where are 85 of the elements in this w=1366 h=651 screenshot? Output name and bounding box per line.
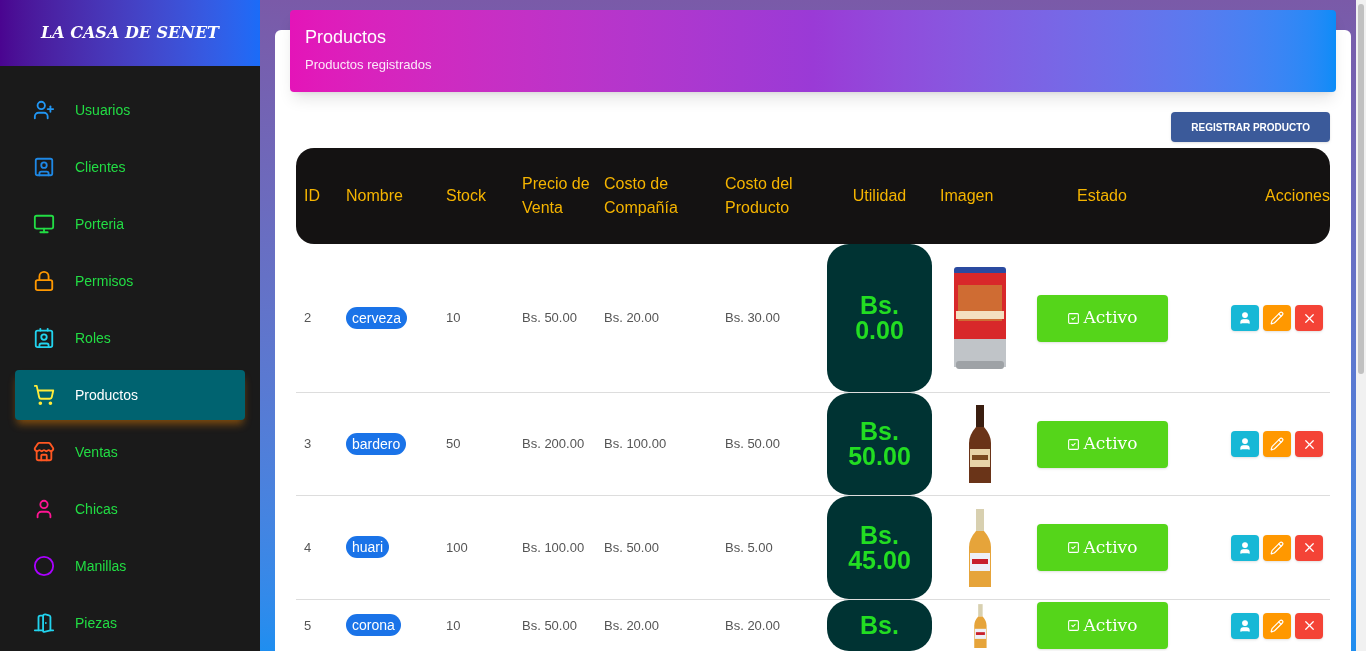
brand-logo: LA CASA DE SENET xyxy=(40,22,219,44)
profit-badge: Bs. 45.00 xyxy=(827,496,932,599)
column-header: Utilidad xyxy=(851,186,908,206)
table-cell: 2 xyxy=(304,310,312,326)
table-cell: Bs. 50.00 xyxy=(725,436,780,452)
table-cell: 5 xyxy=(304,617,312,633)
delete-button[interactable] xyxy=(1295,305,1323,331)
table-cell: 3 xyxy=(304,436,312,452)
table-cell: Bs. 5.00 xyxy=(725,539,773,555)
table-cell: Bs. 20.00 xyxy=(604,617,659,633)
badge-icon xyxy=(33,327,55,349)
pencil-icon xyxy=(1270,437,1284,451)
sidebar-item[interactable]: Piezas xyxy=(15,598,245,648)
sidebar-item[interactable]: Usuarios xyxy=(15,85,245,135)
sidebar-item[interactable]: Porteria xyxy=(15,199,245,249)
user-icon xyxy=(1238,618,1252,633)
table-cell: Bs. 200.00 xyxy=(522,436,585,452)
monitor-icon xyxy=(33,213,55,235)
name-badge: corona xyxy=(346,614,401,636)
table-cell: 10 xyxy=(446,617,461,633)
column-header: Stock xyxy=(445,186,487,206)
column-header: ID xyxy=(303,186,321,206)
circle-icon xyxy=(33,555,55,577)
column-header: Acciones xyxy=(1264,186,1330,206)
table-cell: Bs. 50.00 xyxy=(604,539,659,555)
view-button[interactable] xyxy=(1231,431,1259,457)
contact-card-icon xyxy=(33,156,55,178)
profit-badge: Bs. 0.00 xyxy=(827,244,932,392)
edit-button[interactable] xyxy=(1263,612,1291,639)
column-header: Costo del Producto xyxy=(724,174,794,218)
table-cell: 4 xyxy=(304,539,312,555)
user-icon xyxy=(1238,437,1252,451)
profit-badge: Bs. xyxy=(827,600,932,651)
edit-button[interactable] xyxy=(1263,431,1291,457)
user-icon xyxy=(1238,311,1252,325)
checkbox-icon xyxy=(1066,619,1080,632)
card-subtitle: Productos registrados xyxy=(305,56,433,74)
register-product-button[interactable]: REGISTRAR PRODUCTO xyxy=(1171,112,1330,142)
name-badge: cerveza xyxy=(346,306,408,329)
cart-icon xyxy=(33,384,55,406)
sidebar-item[interactable]: Roles xyxy=(15,313,245,363)
user-icon xyxy=(1238,540,1252,555)
user-plus-icon xyxy=(33,99,55,121)
store-icon xyxy=(33,441,55,463)
checkbox-icon xyxy=(1066,541,1080,554)
view-button[interactable] xyxy=(1231,534,1259,561)
checkbox-icon xyxy=(1066,437,1080,451)
checkbox-icon xyxy=(1066,311,1080,325)
sidebar-item[interactable]: Productos xyxy=(15,370,245,420)
column-header: Costo de Compañía xyxy=(603,174,679,218)
table-cell: Bs. 50.00 xyxy=(522,617,577,633)
table-cell: Bs. 20.00 xyxy=(725,617,780,633)
view-button[interactable] xyxy=(1231,305,1259,331)
table-cell: 10 xyxy=(446,310,461,326)
sidebar-item[interactable]: Clientes xyxy=(15,142,245,192)
door-icon xyxy=(33,612,55,634)
column-header: Precio de Venta xyxy=(521,174,591,218)
pencil-icon xyxy=(1270,311,1284,325)
name-badge: huari xyxy=(346,536,390,558)
view-button[interactable] xyxy=(1231,612,1259,639)
sidebar-item[interactable]: Manillas xyxy=(15,541,245,591)
table-cell: 100 xyxy=(446,539,468,555)
column-header: Estado xyxy=(1076,186,1128,206)
delete-button[interactable] xyxy=(1295,534,1323,561)
column-header: Imagen xyxy=(939,186,995,206)
pencil-icon xyxy=(1270,540,1284,555)
delete-button[interactable] xyxy=(1295,431,1323,457)
table-cell: Bs. 50.00 xyxy=(522,310,577,326)
table-cell: Bs. 100.00 xyxy=(604,436,667,452)
sidebar-item[interactable]: Permisos xyxy=(15,256,245,306)
delete-button[interactable] xyxy=(1295,612,1323,639)
edit-button[interactable] xyxy=(1263,305,1291,331)
edit-button[interactable] xyxy=(1263,534,1291,561)
table-cell: 50 xyxy=(446,436,461,452)
lock-icon xyxy=(33,270,55,292)
sidebar-item[interactable]: Ventas xyxy=(15,427,245,477)
pencil-icon xyxy=(1270,618,1284,633)
sidebar-item[interactable]: Chicas xyxy=(15,484,245,534)
table-cell: Bs. 20.00 xyxy=(604,310,659,326)
table-cell: Bs. 30.00 xyxy=(725,310,780,326)
profit-badge: Bs. 50.00 xyxy=(827,393,932,495)
name-badge: bardero xyxy=(346,432,407,455)
column-header: Nombre xyxy=(345,186,404,206)
table-cell: Bs. 100.00 xyxy=(522,539,585,555)
card-title: Productos xyxy=(305,26,388,49)
